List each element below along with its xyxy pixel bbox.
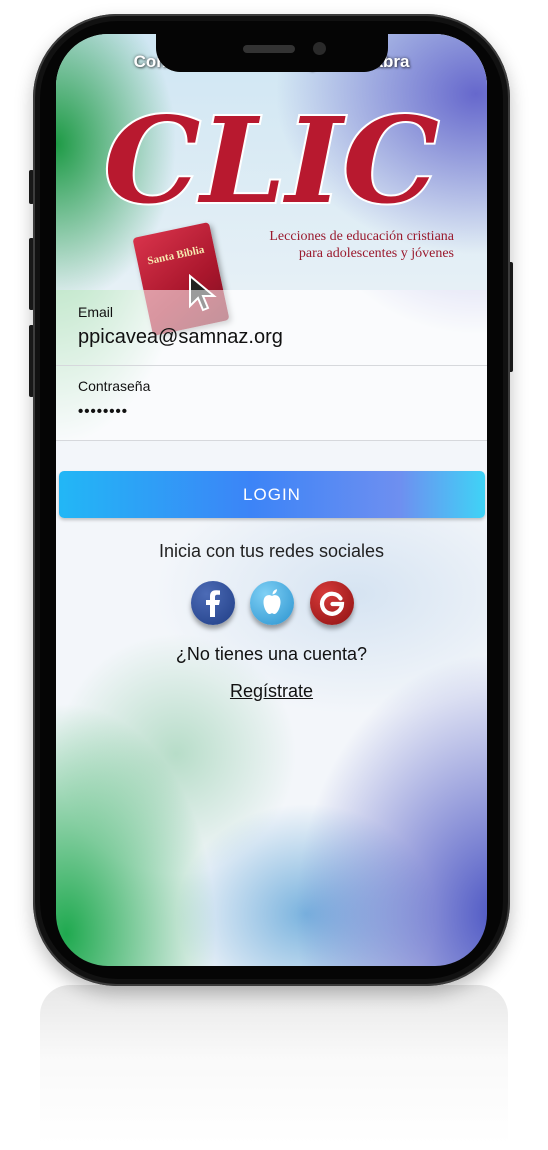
facebook-login-button[interactable] bbox=[191, 581, 235, 625]
facebook-icon bbox=[206, 590, 220, 617]
apple-login-button[interactable] bbox=[250, 581, 294, 625]
phone-notch bbox=[156, 34, 388, 72]
subtitle-line-2: para adolescentes y jóvenes bbox=[298, 246, 454, 261]
social-caption: Inicia con tus redes sociales bbox=[158, 541, 385, 561]
password-field[interactable]: Contraseña •••••••• bbox=[56, 365, 487, 441]
book-title: Santa Biblia bbox=[146, 243, 206, 268]
google-login-button[interactable] bbox=[310, 581, 354, 625]
app-header: Conéctate con Cristo y su Palabra CLIC S… bbox=[56, 34, 487, 337]
email-field[interactable]: Email ppicavea@samnaz.org bbox=[56, 290, 487, 366]
google-icon bbox=[319, 591, 345, 616]
apple-icon bbox=[263, 589, 281, 614]
header-subtitle: Lecciones de educación cristiana para ad… bbox=[232, 228, 454, 262]
login-button[interactable]: LOGIN bbox=[59, 471, 485, 518]
speaker-grille bbox=[243, 45, 295, 53]
front-camera bbox=[313, 42, 326, 55]
no-account-text: ¿No tienes una cuenta? bbox=[175, 644, 368, 664]
register-link[interactable]: Regístrate bbox=[56, 681, 487, 702]
clic-logo: CLIC bbox=[102, 89, 441, 224]
password-input[interactable]: •••••••• bbox=[78, 403, 128, 420]
phone-reflection bbox=[40, 985, 508, 1145]
social-login-row bbox=[191, 581, 357, 631]
subtitle-line-1: Lecciones de educación cristiana bbox=[269, 229, 454, 244]
device-mockup: Conéctate con Cristo y su Palabra CLIC S… bbox=[0, 0, 548, 1150]
login-form: Email ppicavea@samnaz.org Contraseña •••… bbox=[56, 290, 487, 441]
clic-logo-text: CLIC bbox=[104, 91, 439, 224]
app-screen: Conéctate con Cristo y su Palabra CLIC S… bbox=[56, 34, 487, 966]
password-label: Contraseña bbox=[78, 378, 151, 394]
email-label: Email bbox=[78, 304, 114, 320]
email-input[interactable]: ppicavea@samnaz.org bbox=[78, 326, 283, 349]
